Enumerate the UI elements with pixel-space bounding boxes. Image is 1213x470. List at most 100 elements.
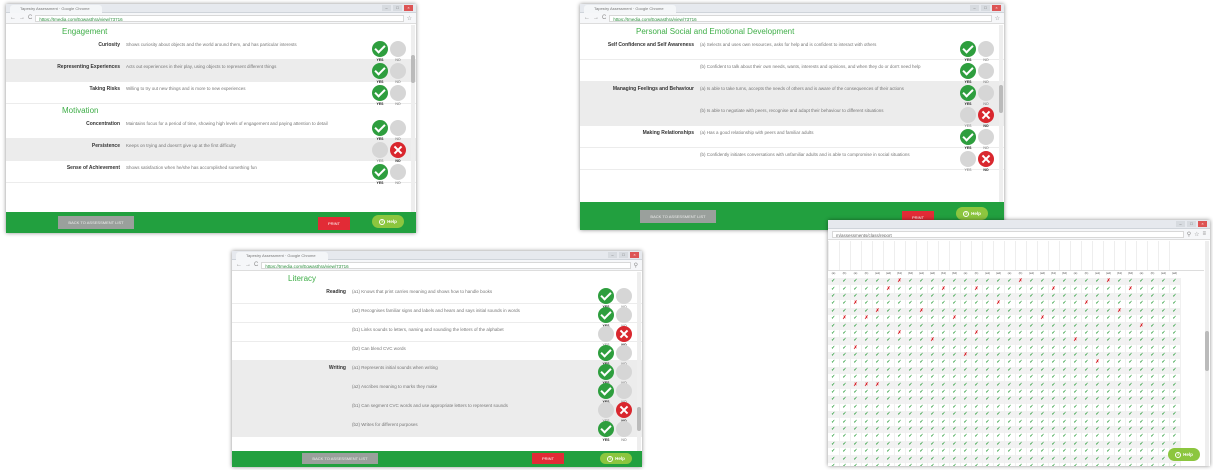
zoom-icon[interactable]: ⚲ bbox=[634, 262, 638, 269]
scrollbar[interactable] bbox=[999, 25, 1003, 202]
yes-option[interactable]: YES bbox=[372, 85, 388, 106]
cross-icon[interactable] bbox=[616, 288, 632, 304]
check-icon[interactable] bbox=[960, 107, 976, 123]
minimize-icon[interactable]: – bbox=[1176, 221, 1185, 227]
help-button[interactable]: ? Help bbox=[600, 453, 632, 464]
maximize-icon[interactable]: □ bbox=[981, 5, 990, 11]
print-button[interactable]: PRINT bbox=[318, 217, 350, 230]
no-option[interactable]: NO bbox=[978, 107, 994, 128]
check-icon[interactable] bbox=[598, 402, 614, 418]
check-icon[interactable] bbox=[598, 288, 614, 304]
reload-icon[interactable]: C bbox=[602, 15, 606, 21]
back-to-assessment-list-button[interactable]: BACK TO ASSESSMENT LIST bbox=[58, 216, 134, 229]
forward-arrow-icon[interactable]: → bbox=[245, 262, 251, 268]
back-arrow-icon[interactable]: ← bbox=[236, 262, 242, 268]
yes-no-toggle[interactable]: YESNO bbox=[598, 418, 642, 442]
no-option[interactable]: NO bbox=[616, 421, 632, 442]
close-icon[interactable]: × bbox=[630, 252, 639, 258]
minimize-icon[interactable]: – bbox=[970, 5, 979, 11]
check-icon[interactable] bbox=[598, 421, 614, 437]
cross-icon[interactable] bbox=[390, 63, 406, 79]
maximize-icon[interactable]: □ bbox=[619, 252, 628, 258]
check-icon[interactable] bbox=[598, 364, 614, 380]
minimize-icon[interactable]: – bbox=[382, 5, 391, 11]
scroll-thumb[interactable] bbox=[999, 85, 1003, 113]
yes-option[interactable]: YES bbox=[598, 421, 614, 442]
help-button[interactable]: ? Help bbox=[1168, 448, 1200, 461]
check-icon[interactable] bbox=[960, 41, 976, 57]
yes-no-toggle[interactable]: YESNO bbox=[960, 126, 1004, 150]
browser-tab[interactable]: Tapestry Assessment · Google Chrome bbox=[10, 5, 102, 13]
yes-no-toggle[interactable]: YESNO bbox=[960, 148, 1004, 172]
back-to-assessment-list-button[interactable]: BACK TO ASSESSMENT LIST bbox=[302, 453, 378, 464]
check-icon[interactable] bbox=[960, 63, 976, 79]
scroll-thumb[interactable] bbox=[637, 407, 641, 431]
no-option[interactable]: NO bbox=[390, 142, 406, 163]
close-icon[interactable]: × bbox=[404, 5, 413, 11]
yes-option[interactable]: YES bbox=[372, 120, 388, 141]
maximize-icon[interactable]: □ bbox=[393, 5, 402, 11]
check-icon[interactable] bbox=[960, 129, 976, 145]
yes-no-toggle[interactable]: YESNO bbox=[372, 117, 416, 141]
cross-icon[interactable] bbox=[978, 63, 994, 79]
cross-icon[interactable] bbox=[616, 345, 632, 361]
star-icon[interactable]: ☆ bbox=[995, 15, 1000, 22]
help-button[interactable]: ? Help bbox=[372, 215, 404, 228]
check-icon[interactable] bbox=[598, 383, 614, 399]
check-icon[interactable] bbox=[598, 307, 614, 323]
reload-icon[interactable]: C bbox=[28, 15, 32, 21]
back-arrow-icon[interactable]: ← bbox=[584, 15, 590, 21]
cross-icon[interactable] bbox=[616, 364, 632, 380]
check-icon[interactable] bbox=[372, 120, 388, 136]
yes-no-toggle[interactable]: YESNO bbox=[372, 82, 416, 106]
print-button[interactable]: PRINT bbox=[532, 453, 564, 464]
scrollbar[interactable] bbox=[411, 25, 415, 212]
scrollbar[interactable] bbox=[1205, 241, 1209, 466]
cross-icon[interactable] bbox=[978, 107, 994, 123]
star-icon[interactable]: ☆ bbox=[407, 15, 412, 22]
scrollbar[interactable] bbox=[637, 272, 641, 451]
yes-no-toggle[interactable]: YESNO bbox=[960, 60, 1004, 84]
no-option[interactable]: NO bbox=[390, 41, 406, 62]
no-option[interactable]: NO bbox=[390, 120, 406, 141]
yes-option[interactable]: YES bbox=[960, 129, 976, 150]
yes-option[interactable]: YES bbox=[960, 41, 976, 62]
scroll-thumb[interactable] bbox=[1205, 331, 1209, 371]
no-option[interactable]: NO bbox=[390, 85, 406, 106]
yes-option[interactable]: YES bbox=[960, 85, 976, 106]
yes-no-toggle[interactable]: YESNO bbox=[960, 38, 1004, 62]
check-icon[interactable] bbox=[598, 345, 614, 361]
reload-icon[interactable]: C bbox=[254, 262, 258, 268]
cross-icon[interactable] bbox=[616, 402, 632, 418]
scroll-thumb[interactable] bbox=[411, 55, 415, 83]
no-option[interactable]: NO bbox=[390, 164, 406, 185]
cross-icon[interactable] bbox=[978, 85, 994, 101]
url-field[interactable]: https://tmedia.com/Egwasthra/view/73716 bbox=[261, 261, 631, 269]
forward-arrow-icon[interactable]: → bbox=[593, 15, 599, 21]
cross-icon[interactable] bbox=[616, 383, 632, 399]
check-icon[interactable] bbox=[372, 41, 388, 57]
cross-icon[interactable] bbox=[390, 41, 406, 57]
cross-icon[interactable] bbox=[616, 326, 632, 342]
browser-tab[interactable]: Tapestry Assessment · Google Chrome bbox=[236, 252, 328, 260]
cross-icon[interactable] bbox=[616, 307, 632, 323]
check-icon[interactable] bbox=[960, 151, 976, 167]
yes-no-toggle[interactable]: YESNO bbox=[372, 139, 416, 163]
url-field[interactable]: m/assessments/class/report bbox=[832, 230, 1184, 238]
cross-icon[interactable] bbox=[978, 41, 994, 57]
maximize-icon[interactable]: □ bbox=[1187, 221, 1196, 227]
yes-option[interactable]: YES bbox=[960, 63, 976, 84]
help-button[interactable]: ? Help bbox=[956, 207, 988, 220]
no-option[interactable]: NO bbox=[390, 63, 406, 84]
yes-no-toggle[interactable]: YESNO bbox=[960, 104, 1004, 128]
no-option[interactable]: NO bbox=[978, 41, 994, 62]
yes-no-toggle[interactable]: YESNO bbox=[372, 38, 416, 62]
cross-icon[interactable] bbox=[978, 129, 994, 145]
close-icon[interactable]: × bbox=[992, 5, 1001, 11]
browser-tab[interactable]: Tapestry Assessment · Google Chrome bbox=[584, 5, 676, 13]
back-to-assessment-list-button[interactable]: BACK TO ASSESSMENT LIST bbox=[640, 210, 716, 223]
no-option[interactable]: NO bbox=[978, 129, 994, 150]
yes-no-toggle[interactable]: YESNO bbox=[372, 60, 416, 84]
cross-icon[interactable] bbox=[390, 120, 406, 136]
zoom-icon[interactable]: ⚲ bbox=[1187, 231, 1191, 238]
